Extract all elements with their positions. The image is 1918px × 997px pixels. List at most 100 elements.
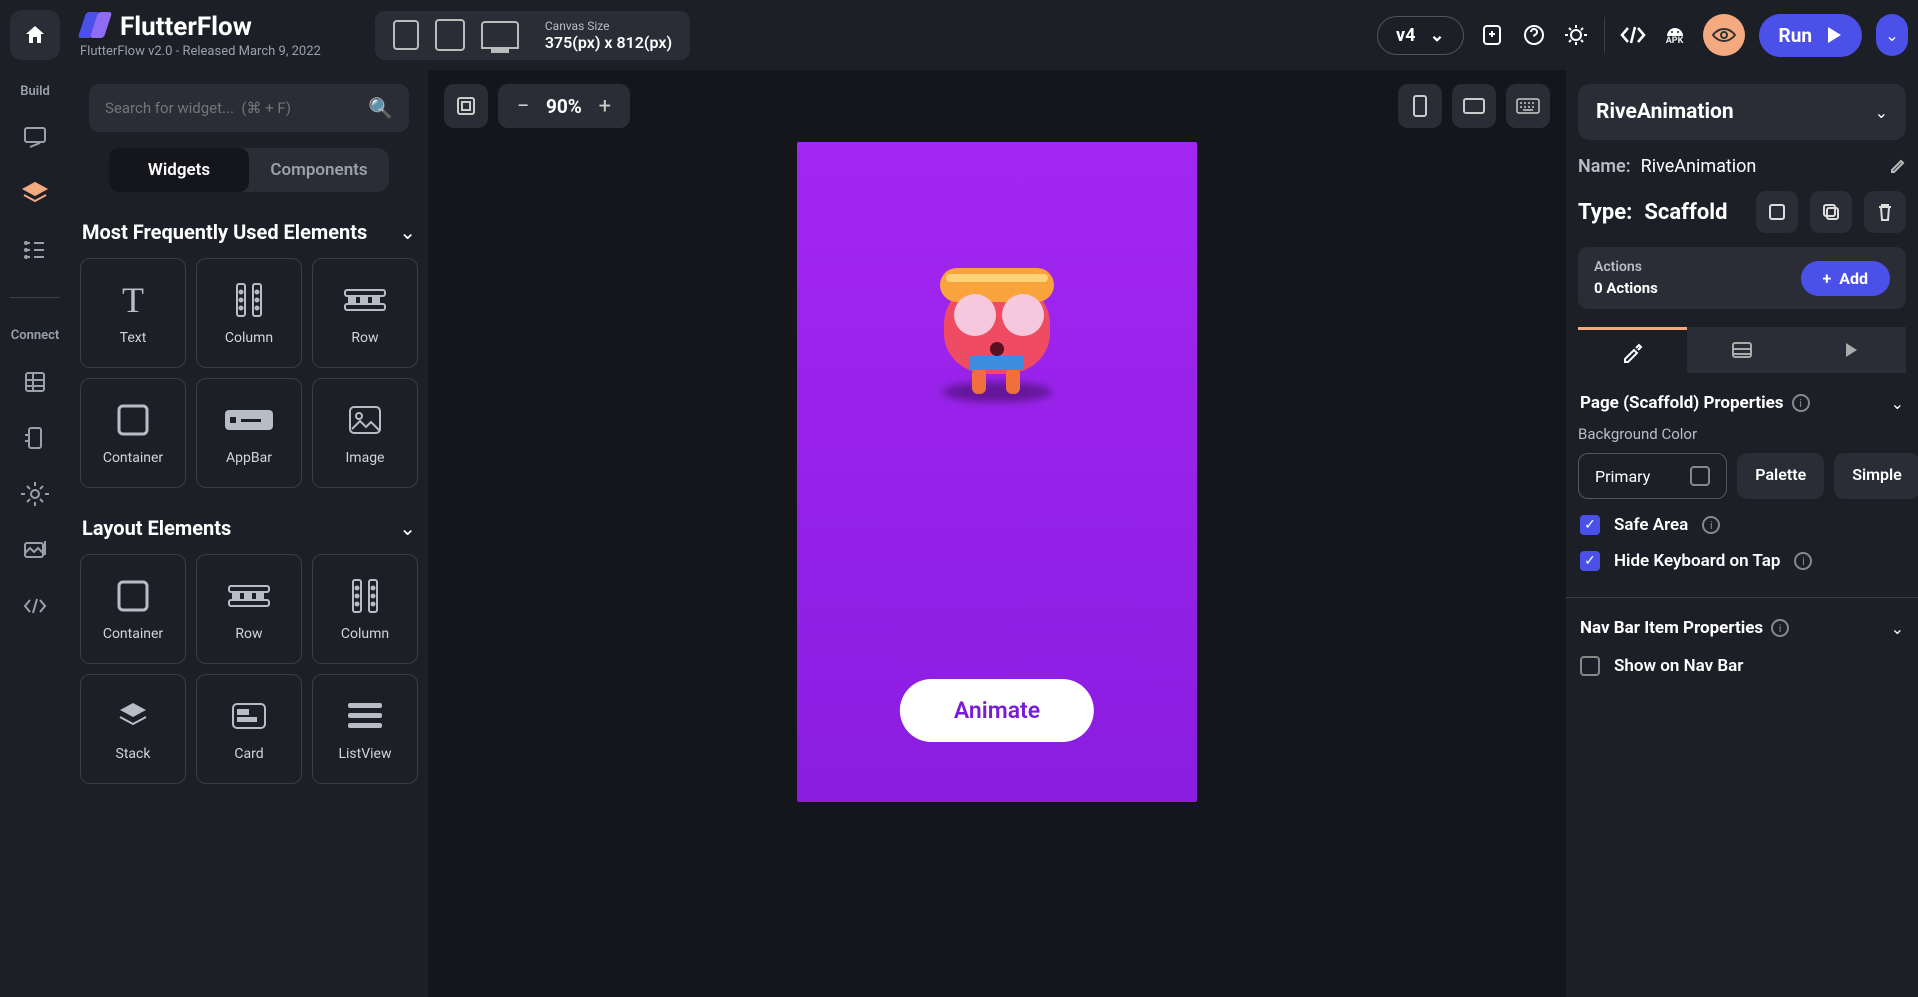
info-icon[interactable]: i [1702, 516, 1720, 534]
widget-container2[interactable]: Container [80, 554, 186, 664]
widget-card[interactable]: Card [196, 674, 302, 784]
widget-search[interactable]: 🔍 [89, 84, 409, 132]
widget-text[interactable]: TText [80, 258, 186, 368]
section-layout-title: Layout Elements [82, 516, 231, 540]
chevron-down-icon: ⌄ [1885, 26, 1898, 45]
scaffold-props-title: Page (Scaffold) Properties [1580, 393, 1784, 413]
widget-row[interactable]: Row [312, 258, 418, 368]
canvas-size-label: Canvas Size [545, 19, 672, 33]
home-button[interactable] [10, 10, 60, 60]
preview-button[interactable] [1703, 14, 1745, 56]
home-icon [23, 23, 47, 47]
rail-connect-label: Connect [11, 328, 60, 343]
tab-widgets[interactable]: Widgets [109, 148, 249, 192]
color-swatch [1690, 466, 1710, 486]
rail-settings-icon[interactable] [18, 477, 52, 511]
eye-icon [1712, 27, 1736, 43]
run-button[interactable]: Run [1759, 14, 1862, 57]
orient-landscape-button[interactable] [1452, 84, 1496, 128]
device-tablet-icon[interactable] [435, 19, 465, 51]
rive-character [932, 252, 1062, 402]
name-value: RiveAnimation [1641, 156, 1757, 177]
type-value: Scaffold [1644, 200, 1727, 225]
add-file-icon[interactable] [1478, 21, 1506, 49]
widget-container[interactable]: Container [80, 378, 186, 488]
canvas-size-value: 375(px) x 812(px) [545, 33, 672, 52]
zoom-out-button[interactable]: − [508, 94, 538, 119]
section-mfe-title: Most Frequently Used Elements [82, 220, 367, 244]
hide-kb-label: Hide Keyboard on Tap [1614, 551, 1780, 571]
keyboard-button[interactable] [1506, 84, 1550, 128]
widget-stack[interactable]: Stack [80, 674, 186, 784]
code-icon[interactable] [1619, 21, 1647, 49]
apk-icon[interactable]: APK [1661, 21, 1689, 49]
bg-palette-button[interactable]: Palette [1737, 453, 1824, 499]
brand-subtitle: FlutterFlow v2.0 - Released March 9, 202… [80, 44, 321, 59]
widget-column2[interactable]: Column [312, 554, 418, 664]
rail-layers-icon[interactable] [18, 177, 52, 211]
delete-button[interactable] [1864, 191, 1906, 233]
device-desktop-icon[interactable] [481, 21, 519, 49]
animate-button[interactable]: Animate [900, 679, 1094, 742]
brand-name: FlutterFlow [120, 12, 252, 42]
zoom-in-button[interactable]: + [590, 94, 620, 119]
search-icon: 🔍 [368, 96, 393, 120]
add-action-button[interactable]: + Add [1801, 261, 1890, 296]
wrap-button[interactable] [1756, 191, 1798, 233]
chevron-down-icon: ⌄ [1429, 25, 1444, 46]
safe-area-checkbox[interactable]: ✓ [1580, 515, 1600, 535]
play-icon [1826, 26, 1842, 44]
logo-icon [80, 12, 110, 42]
version-value: v4 [1396, 25, 1415, 46]
run-label: Run [1779, 24, 1812, 47]
chevron-down-icon[interactable]: ⌄ [399, 516, 416, 540]
widget-column[interactable]: Column [196, 258, 302, 368]
info-icon[interactable]: i [1792, 394, 1810, 412]
rail-media-icon[interactable] [18, 533, 52, 567]
bg-primary-select[interactable]: Primary [1578, 453, 1727, 499]
search-input[interactable] [105, 99, 358, 117]
type-label: Type: [1578, 200, 1632, 225]
rail-api-icon[interactable] [18, 421, 52, 455]
widget-appbar[interactable]: AppBar [196, 378, 302, 488]
selected-widget-header[interactable]: RiveAnimation ⌄ [1578, 84, 1906, 140]
plus-icon: + [1823, 269, 1832, 288]
actions-label: Actions [1594, 259, 1658, 275]
widget-image[interactable]: Image [312, 378, 418, 488]
prop-tab-anim[interactable] [1797, 327, 1906, 373]
actions-count: 0 Actions [1594, 279, 1658, 297]
bg-simple-button[interactable]: Simple [1834, 453, 1918, 499]
run-dropdown[interactable]: ⌄ [1876, 14, 1908, 56]
info-icon[interactable]: i [1794, 552, 1812, 570]
brand-block: FlutterFlow FlutterFlow v2.0 - Released … [80, 12, 321, 59]
help-icon[interactable] [1520, 21, 1548, 49]
info-icon[interactable]: i [1771, 619, 1789, 637]
copy-button[interactable] [1810, 191, 1852, 233]
bug-icon[interactable] [1562, 21, 1590, 49]
version-dropdown[interactable]: v4 ⌄ [1377, 16, 1464, 55]
chevron-down-icon: ⌄ [1875, 103, 1888, 122]
show-navbar-label: Show on Nav Bar [1614, 656, 1743, 676]
rail-code-icon[interactable] [18, 589, 52, 623]
orient-portrait-button[interactable] [1398, 84, 1442, 128]
widget-listview[interactable]: ListView [312, 674, 418, 784]
snap-grid-button[interactable] [444, 84, 488, 128]
device-selector: Canvas Size 375(px) x 812(px) [375, 11, 690, 60]
tab-components[interactable]: Components [249, 148, 389, 192]
navbar-props-title: Nav Bar Item Properties [1580, 618, 1763, 638]
edit-icon[interactable] [1888, 158, 1906, 176]
chevron-down-icon[interactable]: ⌄ [1891, 394, 1904, 413]
bg-color-label: Background Color [1578, 425, 1906, 443]
hide-kb-checkbox[interactable]: ✓ [1580, 551, 1600, 571]
canvas-phone[interactable]: Animate [797, 142, 1197, 802]
show-navbar-checkbox[interactable] [1580, 656, 1600, 676]
widget-row2[interactable]: Row [196, 554, 302, 664]
prop-tab-style[interactable] [1578, 327, 1687, 373]
chevron-down-icon[interactable]: ⌄ [399, 220, 416, 244]
rail-widgets-icon[interactable] [18, 121, 52, 155]
chevron-down-icon[interactable]: ⌄ [1891, 619, 1904, 638]
device-phone-icon[interactable] [393, 20, 419, 50]
rail-tree-icon[interactable] [18, 233, 52, 267]
rail-database-icon[interactable] [18, 365, 52, 399]
prop-tab-data[interactable] [1687, 327, 1796, 373]
